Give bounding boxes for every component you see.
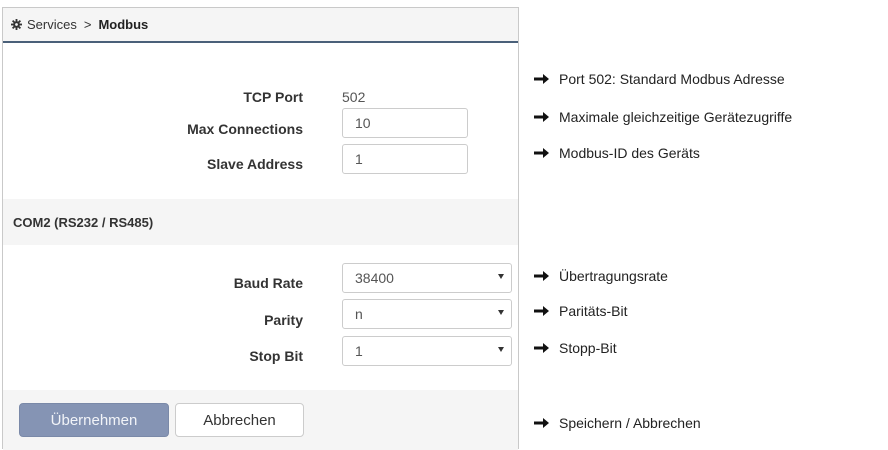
- chevron-down-icon: [498, 310, 504, 315]
- tcp-port-label: TCP Port: [243, 89, 303, 105]
- max-connections-label: Max Connections: [187, 121, 303, 137]
- parity-value: n: [355, 306, 363, 322]
- annotation-baud-rate-text: Übertragungsrate: [559, 268, 668, 284]
- chevron-down-icon: [498, 274, 504, 279]
- annotation-stop-bit: Stopp-Bit: [534, 340, 617, 356]
- arrow-right-icon: [534, 74, 549, 84]
- baud-rate-label: Baud Rate: [233, 275, 303, 291]
- breadcrumb-separator: >: [83, 17, 92, 32]
- slave-address-input[interactable]: 1: [342, 144, 468, 174]
- breadcrumb-services-link[interactable]: Services: [27, 17, 77, 32]
- arrow-right-icon: [534, 112, 549, 122]
- stop-bit-select[interactable]: 1: [342, 336, 512, 366]
- annotation-stop-bit-text: Stopp-Bit: [559, 340, 617, 356]
- breadcrumb-current: Modbus: [98, 17, 149, 32]
- slave-address-label: Slave Address: [207, 156, 303, 172]
- arrow-right-icon: [534, 306, 549, 316]
- breadcrumb: Services > Modbus: [3, 8, 518, 43]
- max-connections-input[interactable]: 10: [342, 108, 468, 138]
- arrow-right-icon: [534, 418, 549, 428]
- annotation-buttons-text: Speichern / Abbrechen: [559, 415, 701, 431]
- arrow-right-icon: [534, 271, 549, 281]
- slave-address-value: 1: [355, 151, 363, 167]
- annotation-parity: Paritäts-Bit: [534, 303, 627, 319]
- modbus-settings-panel: Services > Modbus TCP Port 502 Max Conne…: [2, 7, 519, 450]
- baud-rate-select[interactable]: 38400: [342, 263, 512, 293]
- annotation-max-connections: Maximale gleichzeitige Gerätezugriffe: [534, 109, 792, 125]
- gear-icon: [11, 19, 22, 30]
- com2-section-header: COM2 (RS232 / RS485): [3, 199, 518, 245]
- chevron-down-icon: [498, 347, 504, 352]
- arrow-right-icon: [534, 343, 549, 353]
- annotation-slave-address-text: Modbus-ID des Geräts: [559, 145, 700, 161]
- annotation-parity-text: Paritäts-Bit: [559, 303, 628, 319]
- annotation-max-connections-text: Maximale gleichzeitige Gerätezugriffe: [559, 109, 793, 125]
- baud-rate-value: 38400: [355, 270, 394, 286]
- cancel-button[interactable]: Abbrechen: [175, 403, 304, 437]
- annotation-port: Port 502: Standard Modbus Adresse: [534, 71, 785, 87]
- apply-button[interactable]: Übernehmen: [19, 403, 169, 437]
- panel-footer: Übernehmen Abbrechen: [3, 390, 518, 450]
- max-connections-value: 10: [355, 115, 371, 131]
- parity-label: Parity: [264, 312, 303, 328]
- tcp-port-value: 502: [342, 89, 366, 105]
- annotation-port-text: Port 502: Standard Modbus Adresse: [559, 71, 785, 87]
- parity-select[interactable]: n: [342, 299, 512, 329]
- annotation-buttons: Speichern / Abbrechen: [534, 415, 701, 431]
- stop-bit-label: Stop Bit: [249, 348, 303, 364]
- arrow-right-icon: [534, 148, 549, 158]
- annotation-baud-rate: Übertragungsrate: [534, 268, 668, 284]
- stop-bit-value: 1: [355, 343, 363, 359]
- annotation-slave-address: Modbus-ID des Geräts: [534, 145, 700, 161]
